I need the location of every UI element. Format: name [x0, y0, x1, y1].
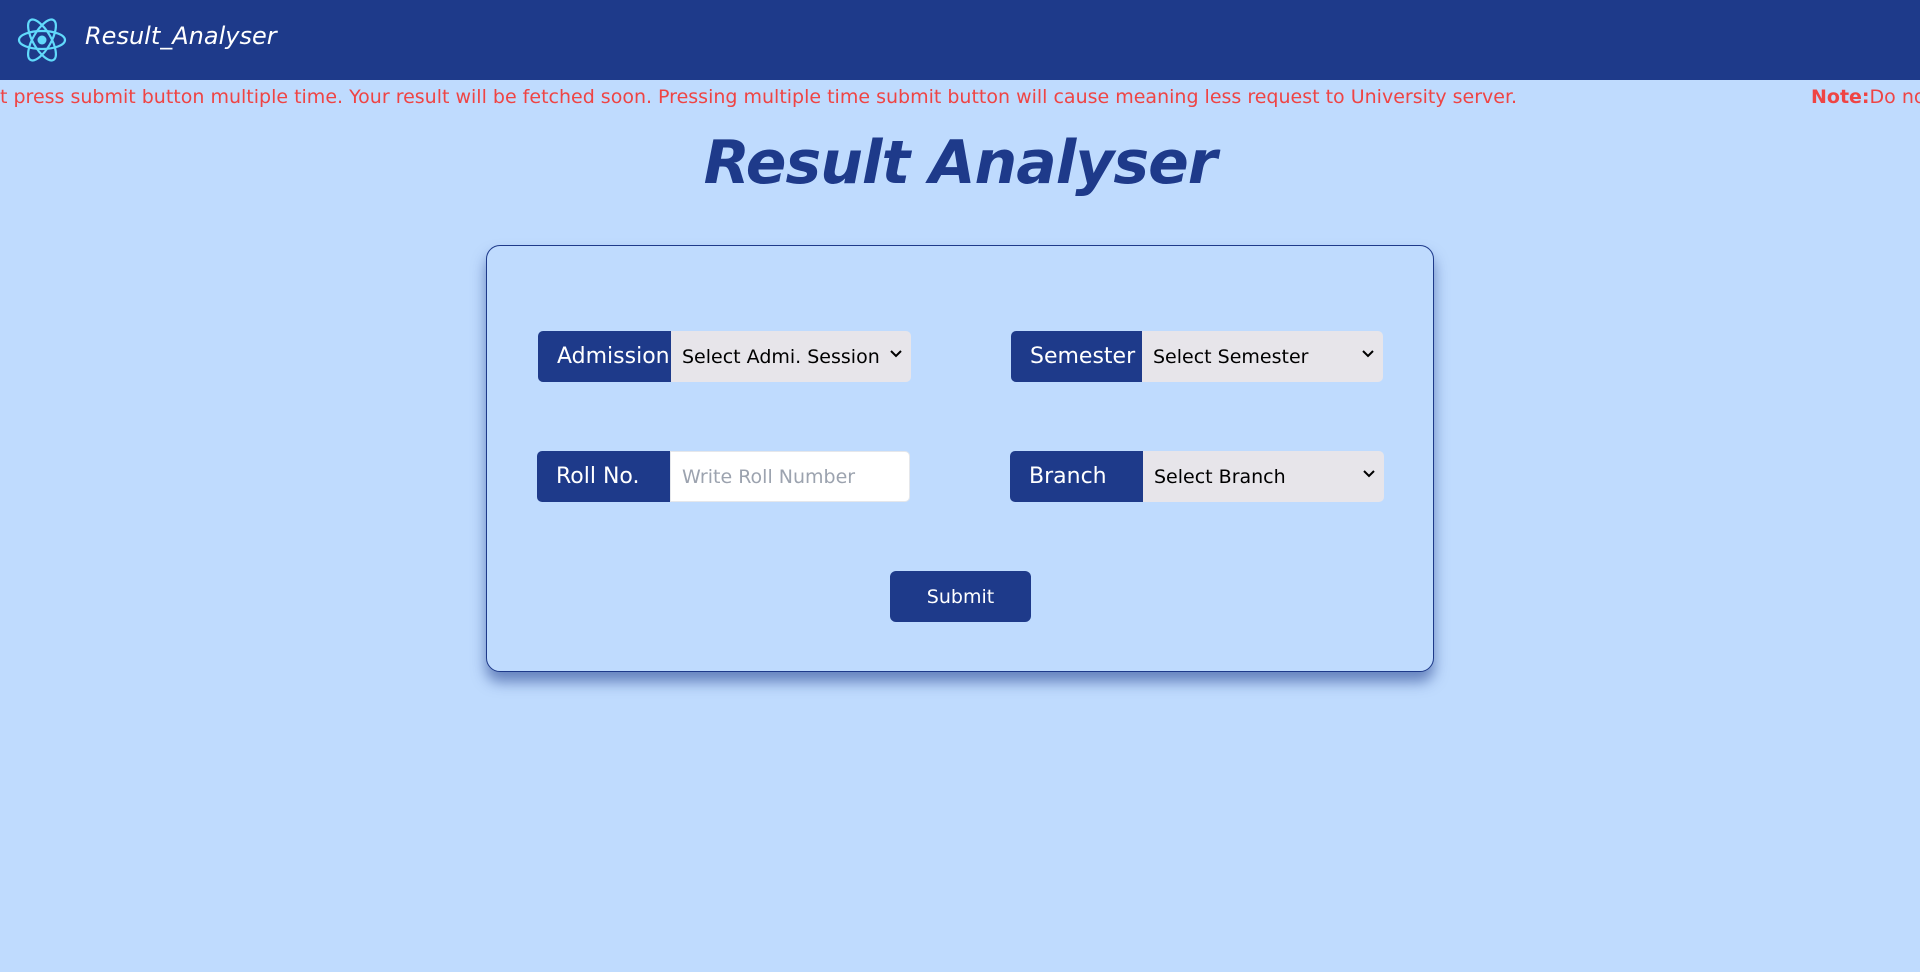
- admission-label: Admission: [538, 331, 671, 382]
- roll-number-group: Roll No. Write Roll Number: [537, 451, 910, 502]
- chevron-down-icon: [890, 350, 902, 358]
- branch-value: Select Branch: [1154, 465, 1286, 488]
- roll-number-input[interactable]: Write Roll Number: [670, 451, 910, 502]
- notice-message-start: Do not: [1869, 86, 1920, 108]
- semester-value: Select Semester: [1153, 345, 1309, 368]
- admission-session-select[interactable]: Select Admi. Session: [671, 331, 911, 382]
- submit-button[interactable]: Submit: [890, 571, 1031, 622]
- notice-message-head: Note:Do not: [1811, 84, 1920, 110]
- brand-link[interactable]: Result_Analyser: [85, 22, 277, 50]
- admission-group: Admission Select Admi. Session: [538, 331, 911, 382]
- navbar: Result_Analyser: [0, 0, 1920, 80]
- admission-session-value: Select Admi. Session: [682, 345, 880, 368]
- chevron-down-icon: [1362, 350, 1374, 358]
- chevron-down-icon: [1363, 470, 1375, 478]
- page-title: Result Analyser: [703, 128, 1218, 198]
- notice-message-tail: t press submit button multiple time. You…: [0, 86, 1518, 108]
- semester-group: Semester Select Semester: [1011, 331, 1383, 382]
- branch-select[interactable]: Select Branch: [1143, 451, 1384, 502]
- result-form-card: Admission Select Admi. Session Semester …: [486, 245, 1434, 672]
- react-atom-icon[interactable]: [16, 14, 68, 66]
- branch-group: Branch Select Branch: [1010, 451, 1384, 502]
- semester-select[interactable]: Select Semester: [1142, 331, 1383, 382]
- semester-label: Semester: [1011, 331, 1142, 382]
- roll-number-label: Roll No.: [537, 451, 670, 502]
- branch-label: Branch: [1010, 451, 1143, 502]
- notice-marquee: t press submit button multiple time. You…: [0, 84, 1920, 112]
- notice-prefix: Note:: [1811, 86, 1870, 108]
